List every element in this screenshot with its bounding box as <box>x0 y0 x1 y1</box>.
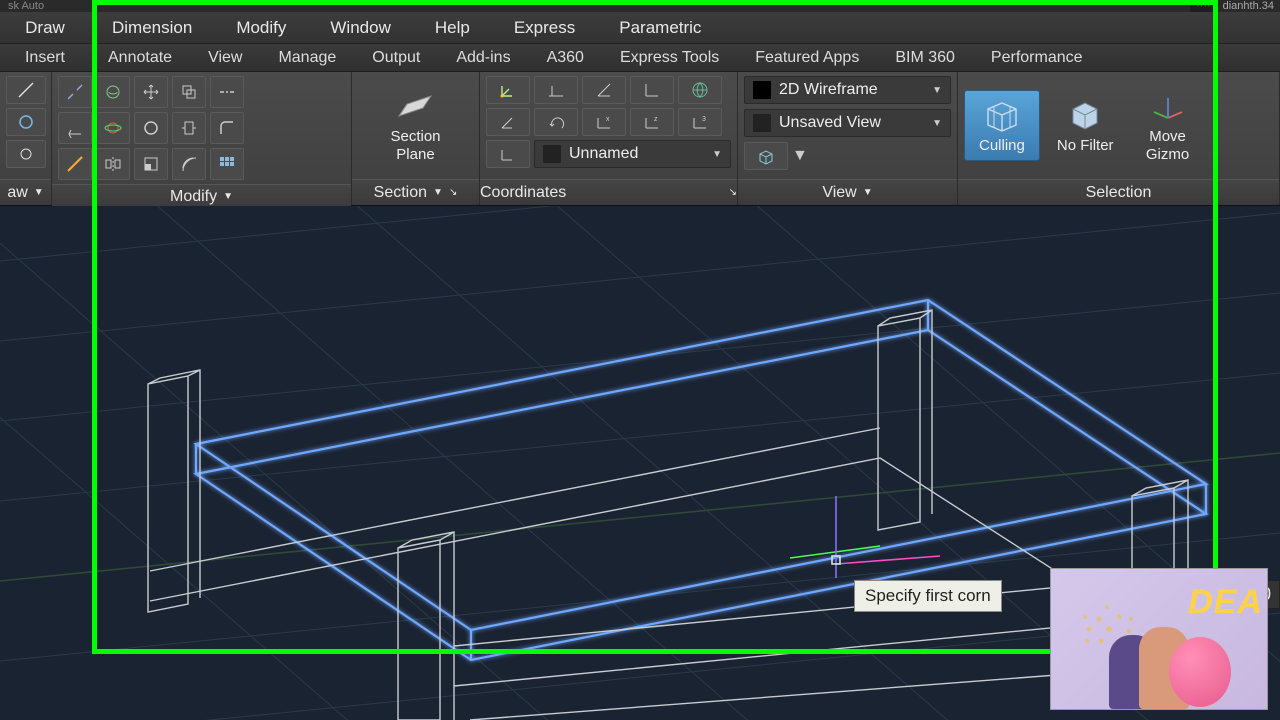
ucs-y-icon[interactable] <box>582 76 626 104</box>
no-filter-button[interactable]: No Filter <box>1042 90 1129 161</box>
rotate3d-icon[interactable] <box>96 76 130 108</box>
ribbon-tabs: Insert Annotate View Manage Output Add-i… <box>0 44 1280 72</box>
circle-edit-icon[interactable] <box>134 112 168 144</box>
user-name[interactable]: dianhth.34 <box>1223 0 1274 12</box>
ucs-named-value: Unnamed <box>569 145 638 163</box>
ucs-rotate-icon[interactable] <box>534 108 578 136</box>
menu-bar: Draw Dimension Modify Window Help Expres… <box>0 12 1280 44</box>
line-tool-icon[interactable] <box>6 76 46 104</box>
ribbon-tab-featured-apps[interactable]: Featured Apps <box>737 49 877 67</box>
brand-text: DEA <box>1188 583 1263 622</box>
chevron-down-icon[interactable]: ▼ <box>792 147 808 165</box>
menu-item-parametric[interactable]: Parametric <box>597 18 723 38</box>
gizmo-label: MoveGizmo <box>1146 128 1189 163</box>
ucs-world-icon[interactable] <box>678 76 722 104</box>
ucs-x-icon[interactable] <box>534 76 578 104</box>
menu-item-window[interactable]: Window <box>308 18 412 38</box>
offset-icon[interactable] <box>172 148 206 180</box>
ribbon-tab-insert[interactable]: Insert <box>0 49 90 67</box>
visual-style-combo[interactable]: 2D Wireframe ▼ <box>744 76 951 104</box>
culling-icon <box>980 97 1024 133</box>
tooltip-text: Specify first corn <box>865 586 991 605</box>
ribbon-tab-bim360[interactable]: BIM 360 <box>877 49 973 67</box>
move-icon[interactable] <box>134 76 168 108</box>
tool-icon[interactable] <box>6 140 46 168</box>
panel-label-draw[interactable]: aw▼ <box>0 179 51 205</box>
scale-icon[interactable] <box>134 148 168 180</box>
menu-item-modify[interactable]: Modify <box>214 18 308 38</box>
align-icon[interactable] <box>58 112 92 144</box>
visual-style-icon <box>753 81 771 99</box>
move-gizmo-button[interactable]: MoveGizmo <box>1131 81 1205 170</box>
section-plane-button[interactable]: SectionPlane <box>375 81 455 170</box>
trim-icon[interactable] <box>58 148 92 180</box>
svg-text:x: x <box>606 116 610 123</box>
chevron-down-icon: ▼ <box>712 149 722 160</box>
panel-label-section[interactable]: Section▼↘ <box>352 179 479 205</box>
help-search[interactable]: ···· <box>1190 0 1217 12</box>
ucs-lx-icon[interactable]: x <box>582 108 626 136</box>
ucs-combo-icon <box>543 145 561 163</box>
no-filter-icon <box>1063 97 1107 133</box>
panel-label-view[interactable]: View▼ <box>738 179 957 205</box>
panel-label-coordinates[interactable]: Coordinates↘ <box>480 179 737 205</box>
explode-icon[interactable] <box>58 76 92 108</box>
svg-text:z: z <box>654 116 658 123</box>
title-fragment: sk Auto <box>8 0 44 12</box>
array-icon[interactable] <box>210 148 244 180</box>
command-tooltip: Specify first corn <box>854 580 1002 612</box>
ribbon: aw▼ Modify▼ <box>0 72 1280 206</box>
ucs-origin-icon[interactable] <box>486 76 530 104</box>
panel-label-selection[interactable]: Selection <box>958 179 1279 205</box>
menu-item-express[interactable]: Express <box>492 18 597 38</box>
culling-button[interactable]: Culling <box>964 90 1040 161</box>
webcam-overlay: DEA <box>1050 568 1268 710</box>
visual-style-value: 2D Wireframe <box>779 81 878 99</box>
balloon-graphic <box>1169 637 1231 707</box>
chevron-down-icon: ▼ <box>932 118 942 129</box>
ucs-named-combo[interactable]: Unnamed ▼ <box>534 140 731 168</box>
saved-view-icon <box>753 114 771 132</box>
saved-view-combo[interactable]: Unsaved View ▼ <box>744 109 951 137</box>
stretch-icon[interactable] <box>172 112 206 144</box>
view-cube-icon[interactable] <box>744 142 788 170</box>
section-plane-label: SectionPlane <box>390 128 440 163</box>
mirror-icon[interactable] <box>96 148 130 180</box>
menu-item-help[interactable]: Help <box>413 18 492 38</box>
ribbon-tab-performance[interactable]: Performance <box>973 49 1101 67</box>
menu-item-draw[interactable]: Draw <box>0 18 90 38</box>
circle-tool-icon[interactable] <box>6 108 46 136</box>
ribbon-tab-addins[interactable]: Add-ins <box>438 49 528 67</box>
ucs-l3-icon[interactable]: 3 <box>678 108 722 136</box>
title-bar: sk Auto ···· dianhth.34 <box>0 0 1280 12</box>
ribbon-tab-express-tools[interactable]: Express Tools <box>602 49 737 67</box>
gizmo-icon <box>1146 88 1190 124</box>
ribbon-tab-output[interactable]: Output <box>354 49 438 67</box>
fillet-icon[interactable] <box>210 112 244 144</box>
ribbon-tab-manage[interactable]: Manage <box>260 49 354 67</box>
saved-view-value: Unsaved View <box>779 114 881 132</box>
linetype-icon[interactable] <box>210 76 244 108</box>
ribbon-tab-annotate[interactable]: Annotate <box>90 49 190 67</box>
ucs-z-icon[interactable] <box>630 76 674 104</box>
culling-label: Culling <box>979 137 1025 154</box>
ucs-prev-icon[interactable] <box>486 108 530 136</box>
section-plane-icon <box>393 88 437 124</box>
copy-icon[interactable] <box>172 76 206 108</box>
ucs-lz-icon[interactable]: z <box>630 108 674 136</box>
ribbon-tab-view[interactable]: View <box>190 49 260 67</box>
no-filter-label: No Filter <box>1057 137 1114 154</box>
ucs-named-icon[interactable] <box>486 140 530 168</box>
chevron-down-icon: ▼ <box>932 85 942 96</box>
ribbon-tab-a360[interactable]: A360 <box>529 49 602 67</box>
menu-item-dimension[interactable]: Dimension <box>90 18 214 38</box>
orbit-icon[interactable] <box>96 112 130 144</box>
svg-text:3: 3 <box>702 116 706 123</box>
